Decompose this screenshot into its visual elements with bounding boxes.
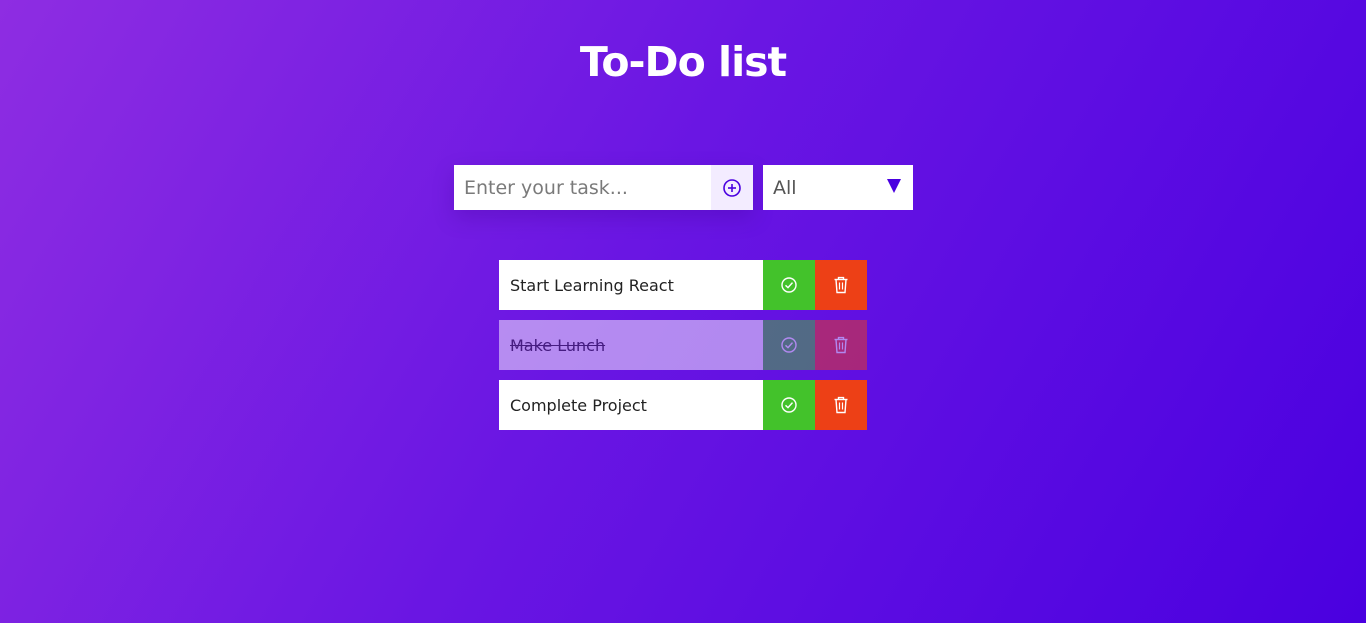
check-circle-icon (781, 277, 797, 293)
todo-item: Make Lunch (499, 320, 867, 370)
add-task-button[interactable] (711, 165, 753, 210)
todo-form: All (454, 165, 913, 210)
trash-icon (834, 276, 848, 294)
filter-selected-value: All (773, 176, 797, 199)
check-circle-icon (781, 397, 797, 413)
delete-button[interactable] (815, 320, 867, 370)
todo-text: Make Lunch (499, 320, 763, 370)
page-title: To-Do list (579, 38, 787, 86)
delete-button[interactable] (815, 260, 867, 310)
todo-list: Start Learning React Make Lunch Complete… (499, 260, 867, 440)
complete-button[interactable] (763, 260, 815, 310)
complete-button[interactable] (763, 320, 815, 370)
filter-select[interactable]: All (763, 165, 913, 210)
task-input-wrapper (454, 165, 753, 210)
todo-text: Complete Project (499, 380, 763, 430)
chevron-down-icon (887, 179, 901, 193)
todo-item: Complete Project (499, 380, 867, 430)
todo-text: Start Learning React (499, 260, 763, 310)
complete-button[interactable] (763, 380, 815, 430)
plus-circle-icon (723, 178, 741, 197)
trash-icon (834, 396, 848, 414)
check-circle-icon (781, 337, 797, 353)
trash-icon (834, 336, 848, 354)
task-input[interactable] (454, 165, 711, 210)
todo-item: Start Learning React (499, 260, 867, 310)
delete-button[interactable] (815, 380, 867, 430)
